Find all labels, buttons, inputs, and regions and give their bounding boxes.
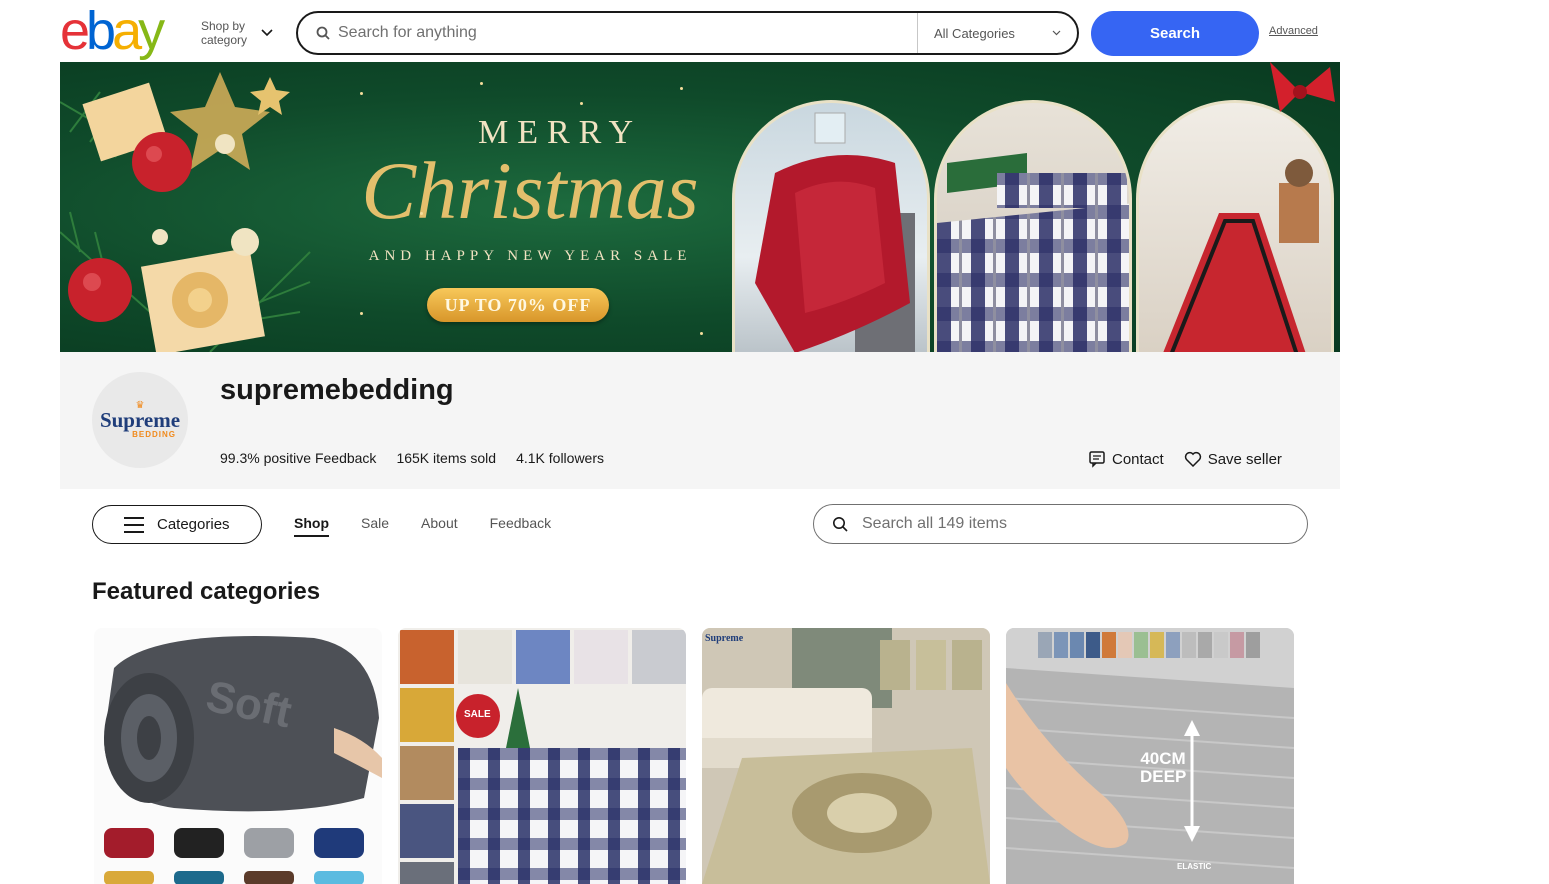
sparkle — [580, 102, 583, 105]
seller-logo-text: Supreme — [99, 407, 181, 432]
tab-sale[interactable]: Sale — [361, 515, 389, 537]
seller-stats: 99.3% positive Feedback 165K items sold … — [220, 450, 604, 466]
seller-info-panel: ♛ Supreme BEDDING supremebedding 99.3% p… — [60, 352, 1340, 489]
banner-offer-pill: UP TO 70% OFF — [427, 288, 609, 322]
followers-label: followers — [548, 450, 605, 466]
ebay-logo[interactable]: e b a y — [60, 1, 165, 61]
seller-name: supremebedding — [220, 374, 454, 406]
heart-icon — [1184, 451, 1201, 467]
store-banner: MERRY Christmas AND HAPPY NEW YEAR SALE … — [60, 62, 1340, 352]
duvet-image-text: SALE — [464, 709, 491, 720]
logo-letter-b: b — [86, 1, 116, 61]
save-seller-label: Save seller — [1207, 450, 1282, 468]
items-sold-label: items sold — [433, 450, 497, 466]
followers-value: 4.1K — [516, 450, 545, 466]
category-dropdown-value: All Categories — [934, 25, 1015, 41]
logo-letter-a: a — [112, 1, 142, 61]
items-sold-stat: 165K items sold — [396, 450, 496, 466]
blanket-category-image — [104, 636, 382, 884]
featured-categories-list: Soft SALE Supreme 40CM DEEP ELASTIC — [94, 628, 1294, 884]
advanced-search-link[interactable]: Advanced — [1269, 25, 1318, 37]
plaid-bedding-image — [937, 153, 1129, 352]
search-icon — [316, 26, 330, 40]
banner-product-runner-rug-image — [1136, 100, 1334, 352]
sparkle — [700, 332, 703, 335]
featured-category-card-rugs[interactable]: Supreme — [702, 628, 990, 884]
global-search-input[interactable] — [338, 13, 917, 53]
save-seller-button[interactable]: Save seller — [1184, 450, 1282, 468]
feedback-label: positive Feedback — [263, 450, 377, 466]
runner-rug-image — [1163, 159, 1319, 352]
seller-logo-subtext: BEDDING — [132, 429, 176, 439]
rug-image-logo-text: Supreme — [705, 633, 744, 644]
sparkle — [360, 312, 363, 315]
elastic-image-text: ELASTIC — [1177, 862, 1212, 871]
red-bow-icon — [1270, 62, 1335, 112]
seller-logo[interactable]: ♛ Supreme BEDDING — [92, 372, 188, 468]
duvet-collage-image — [400, 630, 686, 884]
tab-feedback[interactable]: Feedback — [490, 515, 551, 537]
rug-living-room-image — [702, 628, 990, 884]
contact-label: Contact — [1112, 450, 1164, 468]
deep-pocket-image-text: 40CM DEEP — [1140, 749, 1187, 786]
chevron-down-icon — [261, 29, 273, 37]
blanket-image — [755, 112, 915, 352]
shop-by-category-label: Shop by category — [201, 19, 248, 47]
categories-button[interactable]: Categories — [92, 505, 262, 544]
store-search-bar — [813, 504, 1308, 544]
featured-category-card-blankets[interactable]: Soft — [94, 628, 382, 884]
sparkle — [360, 92, 363, 95]
search-icon — [833, 517, 848, 532]
featured-category-card-duvet-covers[interactable]: SALE — [398, 628, 686, 884]
global-search-bar: All Categories — [296, 11, 1079, 55]
store-search-input[interactable] — [862, 515, 1307, 533]
contact-button[interactable]: Contact — [1088, 450, 1164, 468]
logo-letter-y: y — [138, 1, 165, 61]
items-sold-value: 165K — [396, 450, 430, 466]
store-tabs: Shop Sale About Feedback — [294, 515, 551, 537]
search-button[interactable]: Search — [1091, 11, 1259, 56]
featured-category-card-fitted-sheets[interactable]: 40CM DEEP ELASTIC — [1006, 628, 1294, 884]
category-dropdown[interactable]: All Categories — [917, 13, 1077, 53]
logo-letter-e: e — [60, 1, 90, 61]
categories-label: Categories — [157, 516, 230, 533]
feedback-value: 99.3% — [220, 450, 260, 466]
banner-line-new-year-sale: AND HAPPY NEW YEAR SALE — [368, 248, 692, 264]
sparkle — [480, 82, 483, 85]
tab-shop[interactable]: Shop — [294, 515, 329, 537]
followers-stat: 4.1K followers — [516, 450, 604, 466]
sparkle — [420, 212, 423, 215]
featured-categories-title: Featured categories — [92, 578, 321, 605]
hamburger-menu-icon — [124, 516, 144, 533]
banner-line-christmas: Christmas — [361, 145, 699, 236]
feedback-stat[interactable]: 99.3% positive Feedback — [220, 450, 376, 466]
banner-product-blanket-image — [732, 100, 930, 352]
seller-actions: Contact Save seller — [1088, 450, 1282, 468]
tab-about[interactable]: About — [421, 515, 458, 537]
message-icon — [1089, 451, 1105, 468]
chevron-down-icon — [1052, 30, 1061, 36]
sparkle — [680, 87, 683, 90]
shop-by-category-button[interactable]: Shop by category — [201, 19, 273, 47]
banner-product-plaid-bedding-image — [934, 100, 1132, 352]
christmas-decor-image — [60, 72, 311, 352]
